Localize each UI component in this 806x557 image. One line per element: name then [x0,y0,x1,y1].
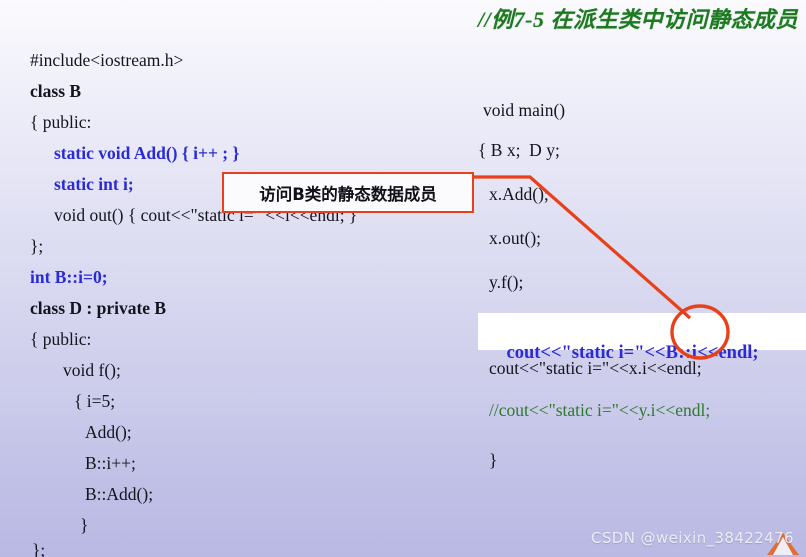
page-title: //例7-5 在派生类中访问静态成员 [477,7,798,32]
left-code-line: class D : private B [30,298,167,318]
watermark-text: CSDN @weixin_38422476 [591,529,794,547]
left-code-line: { public: [30,329,92,349]
callout-text: 访问B类的静态数据成员 [259,184,437,204]
right-code-line: //cout<<"static i="<<y.i<<endl; [489,400,711,420]
right-code-line: y.f(); [489,272,524,292]
left-code-line: B::i++; [85,453,136,473]
left-code-line: static void Add() { i++ ; } [54,143,240,163]
left-code-line: Add(); [85,422,132,442]
right-code-line: } [489,450,498,470]
left-code-line: } [80,515,89,535]
highlighted-code-line: cout<<"static i="<<B::i<<endl; [488,322,759,385]
highlight-prefix: cout<<"static i="<< [506,343,666,363]
highlight-suffix: <<endl; [697,343,759,363]
left-code-line: class B [30,81,82,101]
right-code-line: x.Add(); [489,184,549,204]
left-code-line: void f(); [63,360,121,380]
annotation-connector [474,175,730,360]
right-code-line: { B x; D y; [478,140,560,160]
callout-box: 访问B类的静态数据成员 [222,172,474,213]
right-code-line: void main() [483,100,566,120]
slide-canvas: //例7-5 在派生类中访问静态成员 #include<iostream.h> c… [0,0,806,557]
left-code-line: }; [32,540,46,557]
left-code-line: { public: [30,112,92,132]
left-code-line: int B::i=0; [30,267,108,287]
left-code-line: B::Add(); [85,484,154,504]
highlight-emphasis: B::i [665,343,698,363]
left-code-line: static int i; [54,174,134,194]
right-code-line: x.out(); [489,228,542,248]
left-code-line: }; [30,236,44,256]
left-code-line: { i=5; [74,391,116,411]
left-code-line: #include<iostream.h> [30,50,184,70]
